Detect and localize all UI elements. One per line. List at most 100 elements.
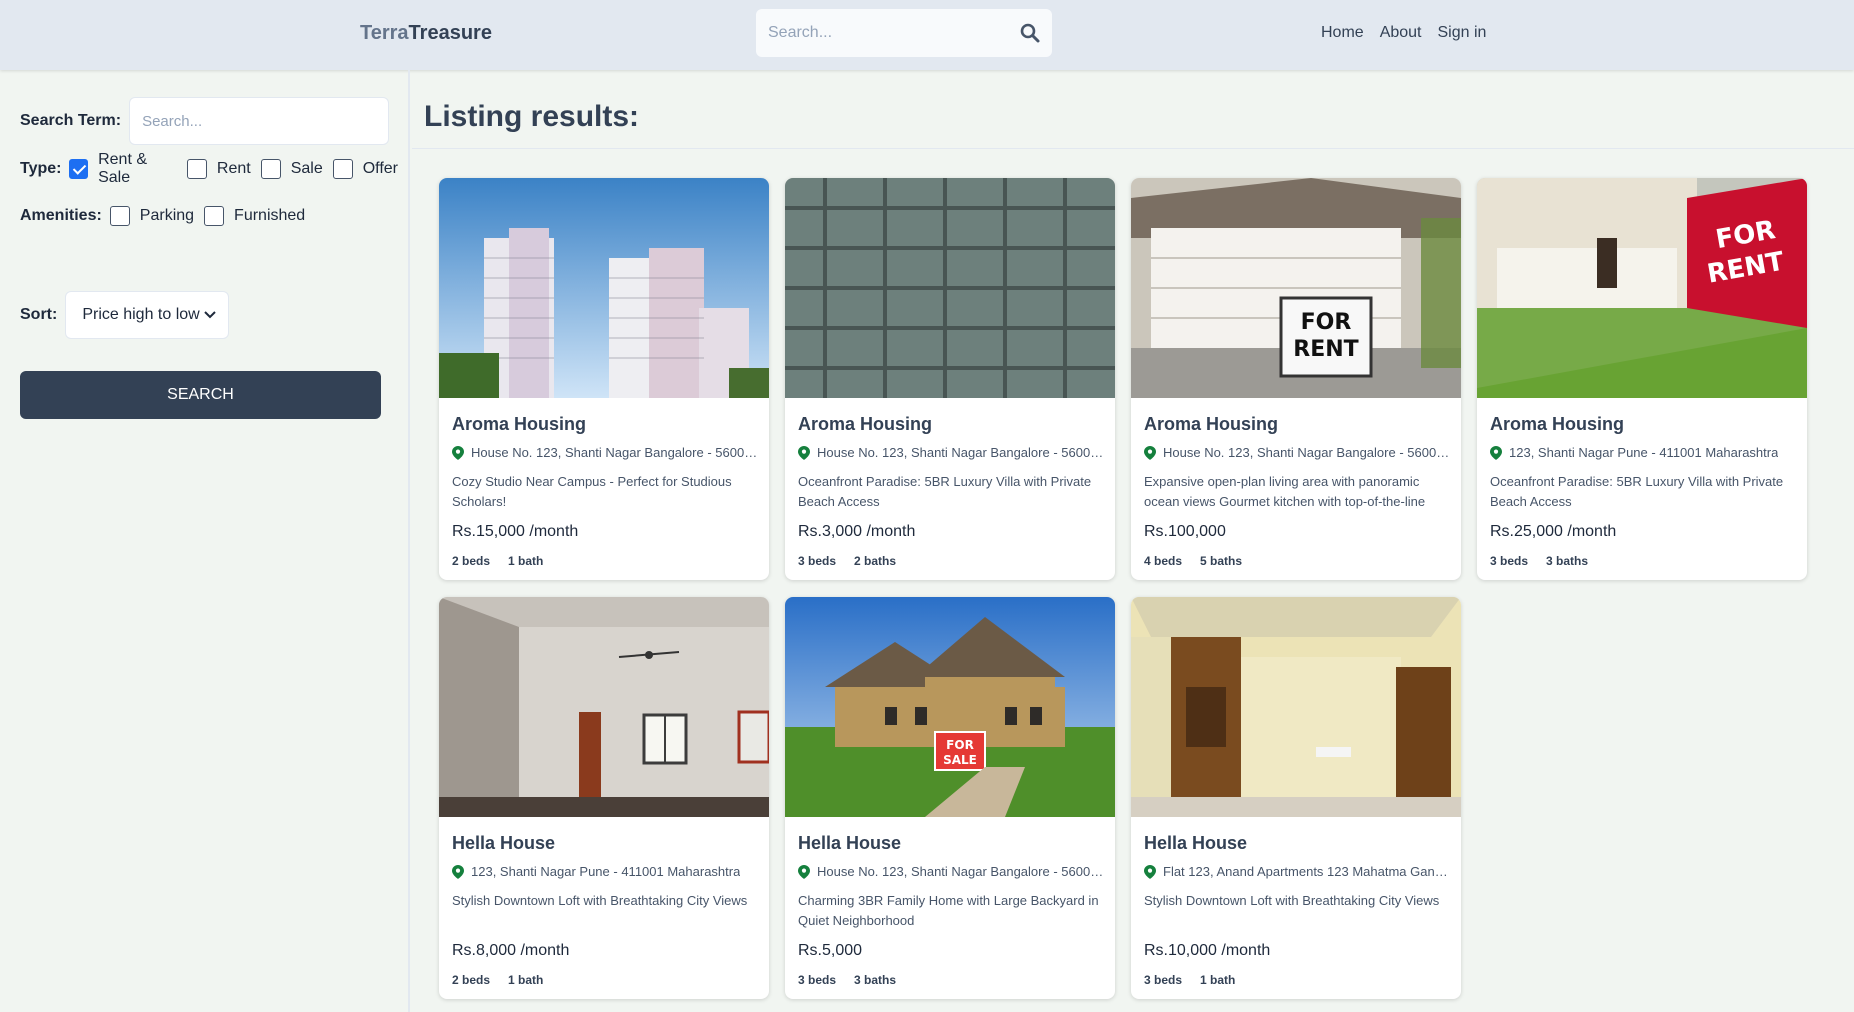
nav-sign-in[interactable]: Sign in: [1438, 24, 1487, 42]
type-sale[interactable]: Sale: [260, 159, 323, 179]
listing-address-text: House No. 123, Shanti Nagar Bangalore - …: [471, 445, 762, 460]
listing-address: 123, Shanti Nagar Pune - 411001 Maharash…: [1490, 445, 1800, 460]
type-rent-sale[interactable]: Rent & Sale: [69, 151, 176, 187]
listing-beds: 3 beds: [1490, 554, 1529, 568]
search-term-row: Search Term:: [20, 97, 390, 145]
checkbox-offer[interactable]: [332, 159, 353, 179]
location-pin-icon: [798, 864, 810, 879]
sort-select-value: Price high to low: [82, 306, 200, 323]
listing-image-interior[interactable]: [1131, 597, 1461, 817]
checkbox-rent[interactable]: [186, 159, 207, 179]
listing-address-text: 123, Shanti Nagar Pune - 411001 Maharash…: [1509, 445, 1779, 460]
listing-image-garage[interactable]: FOR RENT: [1131, 178, 1461, 398]
logo-part2: Treasure: [408, 22, 492, 44]
listing-description: Stylish Downtown Loft with Breathtaking …: [1144, 893, 1440, 908]
checkbox-parking[interactable]: [109, 206, 130, 226]
listing-card[interactable]: FOR SALE Hella House House No. 123, Shan…: [785, 597, 1115, 999]
listing-description: Expansive open-plan living area with pan…: [1144, 474, 1426, 509]
location-pin-icon: [1144, 445, 1156, 460]
listing-name[interactable]: Hella House: [798, 833, 901, 854]
chevron-down-icon: [204, 306, 217, 324]
listing-address: House No. 123, Shanti Nagar Bangalore - …: [1144, 445, 1454, 460]
type-offer[interactable]: Offer: [332, 159, 398, 179]
listing-card[interactable]: Hella House 123, Shanti Nagar Pune - 411…: [439, 597, 769, 999]
listing-image-towers[interactable]: [439, 178, 769, 398]
listing-beds: 3 beds: [798, 554, 837, 568]
listing-name[interactable]: Aroma Housing: [452, 414, 586, 435]
type-row: Type: Rent & Sale Rent Sale Offer: [20, 151, 408, 187]
listing-description: Charming 3BR Family Home with Large Back…: [798, 893, 1099, 928]
listing-card[interactable]: Hella House Flat 123, Anand Apartments 1…: [1131, 597, 1461, 999]
logo[interactable]: TerraTreasure: [360, 22, 492, 45]
listing-name[interactable]: Hella House: [452, 833, 555, 854]
nav-about[interactable]: About: [1380, 24, 1422, 42]
listing-card[interactable]: Aroma Housing House No. 123, Shanti Naga…: [439, 178, 769, 580]
listing-beds: 2 beds: [452, 554, 491, 568]
listing-name[interactable]: Hella House: [1144, 833, 1247, 854]
listing-address: House No. 123, Shanti Nagar Bangalore - …: [798, 864, 1108, 879]
location-pin-icon: [798, 445, 810, 460]
header-search-input[interactable]: [756, 9, 1006, 57]
listing-meta: 3 beds 3 baths: [798, 973, 896, 987]
listing-meta: 3 beds 1 bath: [1144, 973, 1235, 987]
checkbox-sale[interactable]: [260, 159, 281, 179]
title-divider: [412, 148, 1854, 149]
listing-price: Rs.8,000 /month: [452, 942, 570, 959]
nav-home[interactable]: Home: [1321, 24, 1364, 42]
location-pin-icon: [1144, 864, 1156, 879]
listing-baths: 5 baths: [1200, 554, 1243, 568]
amenity-parking[interactable]: Parking: [109, 206, 195, 226]
header-search: [756, 9, 1052, 57]
listing-card[interactable]: Aroma Housing House No. 123, Shanti Naga…: [785, 178, 1115, 580]
page-title: Listing results:: [424, 100, 640, 133]
amenity-parking-label: Parking: [139, 207, 195, 224]
listing-name[interactable]: Aroma Housing: [1490, 414, 1624, 435]
search-term-input[interactable]: [129, 97, 390, 145]
type-rent-sale-label: Rent & Sale: [98, 151, 148, 186]
listing-address-text: Flat 123, Anand Apartments 123 Mahatma G…: [1163, 864, 1454, 879]
amenities-label: Amenities:: [20, 207, 102, 224]
amenity-furnished[interactable]: Furnished: [204, 206, 305, 226]
listing-name[interactable]: Aroma Housing: [798, 414, 932, 435]
sort-row: Sort: Price high to low: [20, 291, 230, 339]
logo-part1: Terra: [360, 22, 409, 44]
listing-name[interactable]: Aroma Housing: [1144, 414, 1278, 435]
svg-text:SALE: SALE: [943, 753, 977, 767]
search-button[interactable]: SEARCH: [20, 371, 381, 419]
location-pin-icon: [1490, 445, 1502, 460]
top-header: TerraTreasure Home About Sign in: [0, 0, 1854, 70]
listing-image-room[interactable]: [439, 597, 769, 817]
filter-sidebar: Search Term: Type: Rent & Sale Rent Sale…: [0, 70, 410, 1012]
listing-beds: 2 beds: [452, 973, 491, 987]
listing-address-text: 123, Shanti Nagar Pune - 411001 Maharash…: [471, 864, 741, 879]
listing-address: 123, Shanti Nagar Pune - 411001 Maharash…: [452, 864, 762, 879]
listing-card[interactable]: FOR RENT Aroma Housing 123, Shanti Nagar…: [1477, 178, 1807, 580]
listing-image-forsale[interactable]: FOR SALE: [785, 597, 1115, 817]
listing-price: Rs.15,000 /month: [452, 523, 579, 540]
type-rent[interactable]: Rent: [186, 159, 251, 179]
listing-address: House No. 123, Shanti Nagar Bangalore - …: [452, 445, 762, 460]
listing-image-glass[interactable]: [785, 178, 1115, 398]
listing-baths: 3 baths: [1546, 554, 1589, 568]
sort-select[interactable]: Price high to low: [65, 291, 230, 339]
listing-address-text: House No. 123, Shanti Nagar Bangalore - …: [1163, 445, 1454, 460]
listing-image-forrent[interactable]: FOR RENT: [1477, 178, 1807, 398]
checkbox-rent-sale[interactable]: [69, 159, 89, 179]
listing-baths: 1 bath: [508, 554, 544, 568]
checkbox-furnished[interactable]: [204, 206, 225, 226]
location-pin-icon: [452, 864, 464, 879]
listing-baths: 2 baths: [854, 554, 897, 568]
listing-price: Rs.10,000 /month: [1144, 942, 1271, 959]
listing-baths: 3 baths: [854, 973, 897, 987]
listing-price: Rs.25,000 /month: [1490, 523, 1617, 540]
search-icon[interactable]: [1018, 21, 1042, 45]
listing-meta: 2 beds 1 bath: [452, 973, 543, 987]
listing-baths: 1 bath: [1200, 973, 1236, 987]
listing-description: Cozy Studio Near Campus - Perfect for St…: [452, 474, 732, 509]
svg-text:FOR: FOR: [946, 738, 974, 752]
listing-beds: 4 beds: [1144, 554, 1183, 568]
listing-card[interactable]: FOR RENT Aroma Housing House No. 123, Sh…: [1131, 178, 1461, 580]
search-term-label: Search Term:: [20, 112, 122, 129]
location-pin-icon: [452, 445, 464, 460]
svg-text:RENT: RENT: [1293, 337, 1358, 362]
